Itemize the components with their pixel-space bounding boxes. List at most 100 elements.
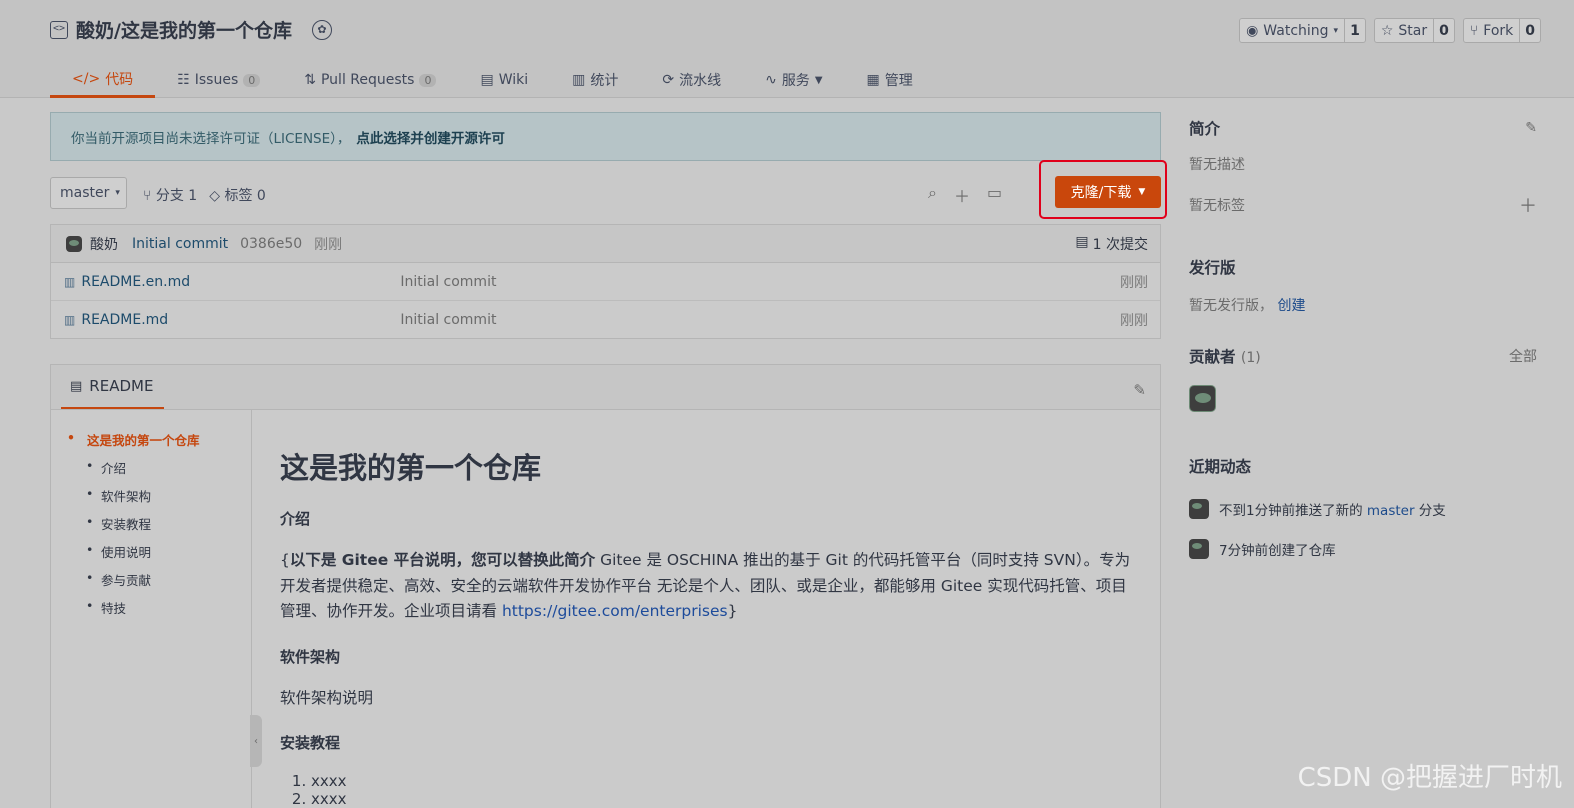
no-description: 暂无描述 [1189,157,1245,173]
activity-text: 7分钟前创建了仓库 [1219,543,1336,559]
repo-actions: ◉ Watching ▾ 1 ☆ Star 0 ⑂ Fork 0 [1239,18,1541,43]
avatar[interactable] [66,235,82,252]
branches-count: 分支 1 [155,188,198,204]
file-time: 刚刚 [1120,313,1148,329]
tags-link[interactable]: ◇ 标签 0 [209,185,266,205]
tab-wiki[interactable]: ▤ Wiki [458,62,550,98]
search-icon[interactable]: ⌕ [928,183,937,207]
fork-count[interactable]: 0 [1520,19,1540,42]
file-tools: ⌕ ＋ ▭ [928,183,1002,207]
tags-row: 暂无标签 ＋ [1189,192,1537,218]
branch-meta: ⑂ 分支 1 ◇ 标签 0 [143,185,266,205]
readme-tab[interactable]: ▤ README [61,365,164,409]
badge-icon[interactable]: ✿ [311,19,332,40]
repo-tabs: </> 代码 ☷ Issues 0 ⇅ Pull Requests 0 ▤ Wiki ▥ 统计… [50,62,935,98]
contributor-avatar[interactable] [1189,385,1216,412]
file-name-link[interactable]: README.en.md [81,274,400,290]
avatar[interactable] [1189,499,1209,519]
intro-title: 简介 [1189,120,1221,138]
star-label: Star [1398,22,1428,39]
tab-pull-requests[interactable]: ⇅ Pull Requests 0 [282,62,458,98]
activity-item: 7分钟前创建了仓库 [1189,539,1537,559]
readme-header: ▤ README ✎ [51,365,1160,410]
no-tags: 暂无标签 [1189,198,1245,214]
branch-select[interactable]: master ▾ [50,177,127,209]
tab-label: 管理 [884,73,913,89]
license-notice-text: 你当前开源项目尚未选择许可证（LICENSE）， [71,130,351,147]
file-row: ▥ README.en.md Initial commit 刚刚 [51,263,1160,301]
toc-item[interactable]: 这是我的第一个仓库 [51,430,251,458]
intro-bold: 以下是 Gitee 平台说明，您可以替换此简介 [289,551,596,569]
readme-heading: 介绍 [280,510,311,528]
tags-count: 标签 0 [224,188,266,204]
edit-icon[interactable]: ✎ [1133,381,1146,399]
commit-message[interactable]: Initial commit [132,236,228,252]
all-contributors-link[interactable]: 全部 [1509,346,1537,366]
clone-download-button[interactable]: 克隆/下载 ▼ [1055,176,1161,208]
toc-item[interactable]: 安装教程 [51,514,251,542]
readme-panel: ▤ README ✎ 这是我的第一个仓库 介绍 软件架构 安装教程 使用说明 参… [50,364,1161,808]
star-icon: ☆ [1380,22,1394,39]
intro-section-header: 简介 ✎ [1189,112,1537,144]
tab-services[interactable]: ∿ 服务 ▼ [743,62,844,98]
create-release-link[interactable]: 创建 [1277,298,1305,314]
commit-user[interactable]: 酸奶 [90,234,118,254]
toc-item[interactable]: 使用说明 [51,542,251,570]
file-name-link[interactable]: README.md [81,312,400,328]
file-commit-message[interactable]: Initial commit [400,274,496,290]
latest-commit: 酸奶 Initial commit 0386e50 刚刚 ▤ 1 次提交 [51,225,1160,263]
enterprises-link[interactable]: https://gitee.com/enterprises [502,602,728,620]
branch-icon: ⑂ [143,188,152,204]
tab-manage[interactable]: ▦ 管理 [845,62,935,98]
star-button[interactable]: ☆ Star 0 [1373,18,1455,43]
watch-label: Watching [1263,22,1329,39]
file-icon: ▥ [64,274,76,289]
plus-icon[interactable]: ＋ [954,183,970,207]
readme-intro: {以下是 Gitee 平台说明，您可以替换此简介 Gitee 是 OSCHINA… [280,551,1131,620]
activity-text: 不到1分钟前推送了新的 master 分支 [1219,499,1446,519]
tab-label: 流水线 [679,73,722,89]
edit-icon[interactable]: ✎ [1525,120,1537,136]
plus-icon[interactable]: ＋ [1519,192,1537,218]
pr-icon: ⇅ [304,72,316,88]
branches-link[interactable]: ⑂ 分支 1 [143,185,197,205]
toc-item[interactable]: 介绍 [51,458,251,486]
toc-item[interactable]: 特技 [51,598,251,626]
contributors-count: (1) [1240,350,1261,366]
repo-header: <> 酸奶/这是我的第一个仓库 ✿ ◉ Watching ▾ 1 ☆ Star 0 ⑂… [0,0,1574,98]
toc-item[interactable]: 软件架构 [51,486,251,514]
activity-title: 近期动态 [1189,458,1252,476]
fork-button[interactable]: ⑂ Fork 0 [1462,18,1541,43]
commit-count: 1 次提交 [1092,236,1148,253]
readme-heading: 软件架构 [280,647,341,666]
toc-item[interactable]: 参与贡献 [51,570,251,598]
monitor-icon[interactable]: ▭ [987,183,1002,207]
star-count[interactable]: 0 [1434,19,1454,42]
manage-icon: ▦ [866,72,880,88]
tab-stats[interactable]: ▥ 统计 [550,62,640,98]
tab-issues[interactable]: ☷ Issues 0 [155,62,282,98]
activity-branch-link[interactable]: master [1367,503,1415,519]
commit-sha[interactable]: 0386e50 [240,236,302,252]
tab-label: Pull Requests [320,72,415,88]
readme-tab-label: README [89,377,154,395]
avatar[interactable] [1189,539,1209,559]
tab-pipeline[interactable]: ⟳ 流水线 [640,62,743,98]
activity-post: 分支 [1414,503,1446,519]
clone-label: 克隆/下载 [1070,185,1132,201]
readme-toc: 这是我的第一个仓库 介绍 软件架构 安装教程 使用说明 参与贡献 特技 [51,410,252,808]
watermark: CSDN @把握进厂时机 [1297,763,1562,793]
repo-name-link[interactable]: 酸奶/这是我的第一个仓库 [76,16,292,43]
watch-count[interactable]: 1 [1345,19,1365,42]
collapse-toc-handle[interactable]: ‹ [250,715,262,767]
branch-name: master [60,185,110,201]
watch-button[interactable]: ◉ Watching ▾ 1 [1239,18,1366,43]
tab-code[interactable]: </> 代码 [50,62,156,98]
commit-time: 刚刚 [314,236,343,253]
readme-arch-text: 软件架构说明 [280,688,374,707]
create-license-link[interactable]: 点此选择并创建开源许可 [356,127,505,147]
file-commit-message[interactable]: Initial commit [400,312,496,328]
release-title: 发行版 [1189,259,1236,277]
commit-count-link[interactable]: ▤ 1 次提交 [1075,234,1148,254]
chevron-down-icon: ▾ [115,188,120,198]
